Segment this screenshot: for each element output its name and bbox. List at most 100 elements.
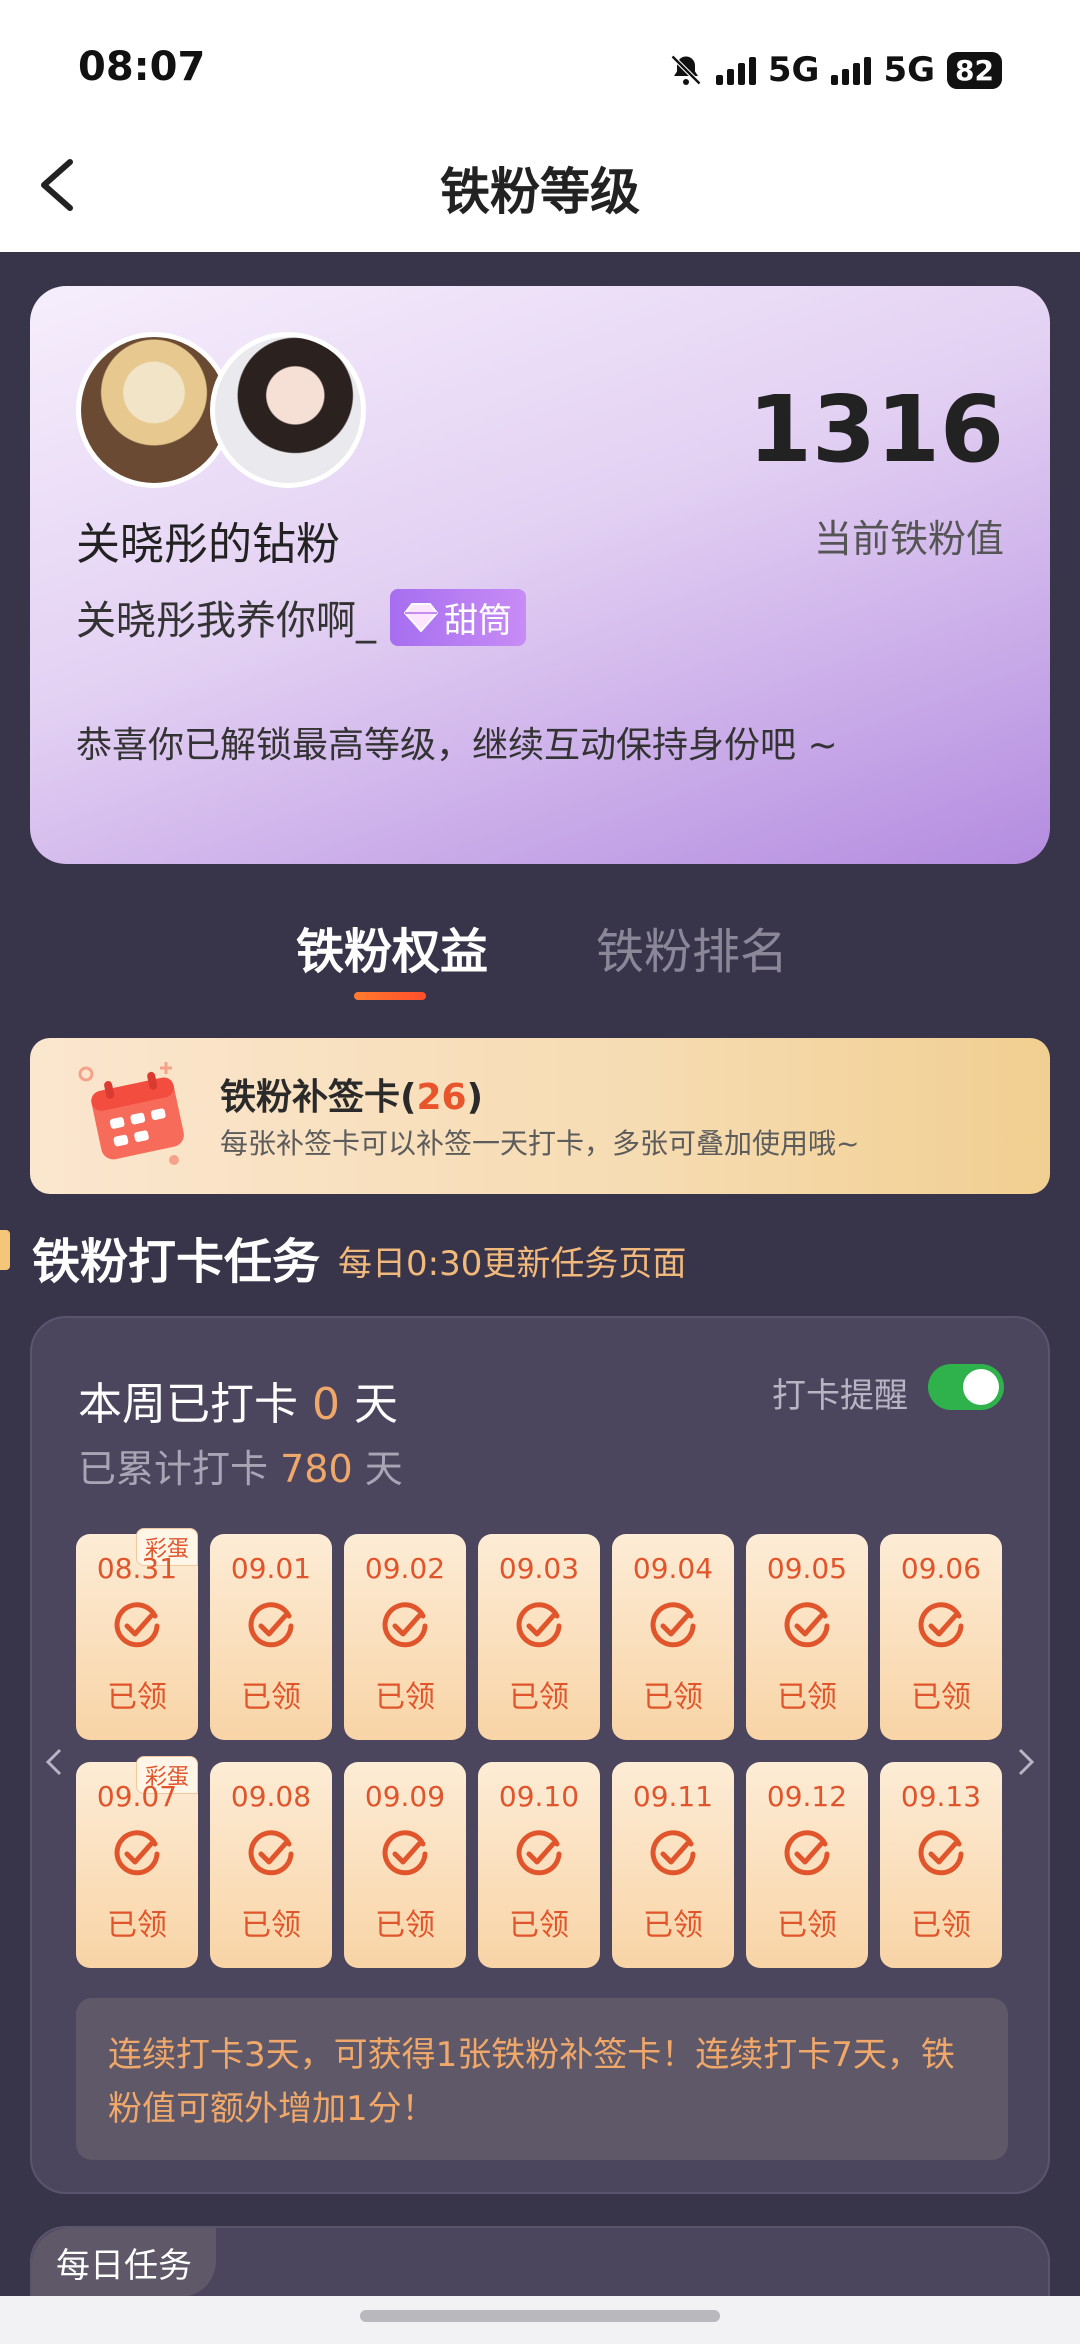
claimed-status: 已领 (643, 1680, 703, 1715)
checkin-date: 09.07 (96, 1780, 178, 1813)
checkin-date: 09.08 (230, 1780, 312, 1813)
checkin-date: 09.05 (766, 1552, 848, 1585)
checkin-row-2: 彩蛋 09.07 已领 09.08 已领 09.09 已领 09.10 已领 09.11 已领 09.… (76, 1756, 1002, 1968)
week-count: 0 (312, 1379, 340, 1430)
section-marker (0, 1230, 10, 1270)
checkin-date: 09.12 (766, 1780, 848, 1813)
fan-level-card: 关晓彤的钻粉 关晓彤我养你啊_ 甜筒 恭喜你已解锁最高等级，继续互动保持身份吧 … (30, 286, 1050, 864)
total-count: 780 (280, 1447, 353, 1491)
checkin-day[interactable]: 09.13 已领 (880, 1762, 1002, 1968)
checkin-day[interactable]: 09.10 已领 (478, 1762, 600, 1968)
claimed-status: 已领 (509, 1680, 569, 1715)
week-checkin-text: 本周已打卡 0 天 (78, 1379, 398, 1430)
active-tab-indicator (354, 992, 426, 1000)
claimed-status: 已领 (777, 1680, 837, 1715)
top-bar: 08:07 5G 5G 82 铁粉等级 (0, 0, 1080, 252)
status-time: 08:07 (78, 44, 206, 90)
claimed-status: 已领 (375, 1908, 435, 1943)
claimed-status: 已领 (911, 1680, 971, 1715)
checkin-date: 09.02 (364, 1552, 446, 1585)
checkin-tip: 连续打卡3天，可获得1张铁粉补签卡！连续打卡7天，铁粉值可额外增加1分！ (76, 1998, 1008, 2160)
claimed-status: 已领 (107, 1680, 167, 1715)
section-title: 铁粉打卡任务 (32, 1234, 321, 1290)
network-label: 5G (883, 50, 936, 90)
fan-score-label: 当前铁粉值 (813, 517, 1004, 561)
check-circle-icon (918, 1602, 964, 1648)
checkin-date: 09.10 (498, 1780, 580, 1813)
total-checkin-text: 已累计打卡 780 天 (78, 1447, 403, 1491)
check-circle-icon (784, 1830, 830, 1876)
check-circle-icon (784, 1602, 830, 1648)
check-circle-icon (650, 1830, 696, 1876)
diamond-icon (404, 603, 438, 632)
check-circle-icon (114, 1830, 160, 1876)
fan-title: 关晓彤的钻粉 (76, 519, 340, 570)
bell-muted-icon (670, 54, 701, 86)
check-circle-icon (650, 1602, 696, 1648)
status-icons: 5G 5G 82 (668, 50, 1002, 90)
congrats-message: 恭喜你已解锁最高等级，继续互动保持身份吧 ~ (76, 725, 838, 766)
checkin-day[interactable]: 09.11 已领 (612, 1762, 734, 1968)
checkin-date: 08.31 (96, 1552, 178, 1585)
claimed-status: 已领 (375, 1680, 435, 1715)
checkin-day[interactable]: 09.06 已领 (880, 1534, 1002, 1740)
section-subtitle: 每日0:30更新任务页面 (338, 1244, 687, 1284)
claimed-status: 已领 (107, 1908, 167, 1943)
checkin-date: 09.01 (230, 1552, 312, 1585)
checkin-row-1: 彩蛋 08.31 已领 09.01 已领 09.02 已领 09.03 已领 09.04 已领 09.… (76, 1528, 1002, 1740)
checkin-day[interactable]: 09.04 已领 (612, 1534, 734, 1740)
level-badge: 甜筒 (390, 588, 526, 646)
checkin-day[interactable]: 09.03 已领 (478, 1534, 600, 1740)
star-avatar[interactable] (210, 332, 366, 488)
claimed-status: 已领 (777, 1908, 837, 1943)
home-indicator[interactable] (360, 2310, 720, 2322)
daily-tasks-label: 每日任务 (32, 2228, 216, 2297)
checkin-day[interactable]: 09.02 已领 (344, 1534, 466, 1740)
checkin-day[interactable]: 09.09 已领 (344, 1762, 466, 1968)
checkin-date: 09.03 (498, 1552, 580, 1585)
claimed-status: 已领 (643, 1908, 703, 1943)
calendar-icon (78, 1062, 184, 1165)
check-circle-icon (382, 1602, 428, 1648)
user-line: 关晓彤我养你啊_ 甜筒 (76, 588, 526, 646)
checkin-card: 本周已打卡 0 天 已累计打卡 780 天 打卡提醒 彩蛋 08.31 已领 09.0… (30, 1316, 1050, 2194)
tab-fan-benefits[interactable]: 铁粉权益 (296, 912, 488, 982)
claimed-status: 已领 (509, 1908, 569, 1943)
claimed-status: 已领 (241, 1680, 301, 1715)
network-label: 5G (767, 50, 820, 90)
chevron-left-icon[interactable] (42, 1742, 66, 1782)
check-circle-icon (382, 1830, 428, 1876)
checkin-day[interactable]: 09.12 已领 (746, 1762, 868, 1968)
checkin-day[interactable]: 09.08 已领 (210, 1762, 332, 1968)
checkin-date: 09.09 (364, 1780, 446, 1813)
claimed-status: 已领 (911, 1908, 971, 1943)
signal-icon (715, 55, 756, 85)
check-circle-icon (248, 1830, 294, 1876)
remind-toggle[interactable] (928, 1364, 1004, 1410)
checkin-day[interactable]: 09.05 已领 (746, 1534, 868, 1740)
supplement-count: 26 (416, 1077, 467, 1118)
claimed-status: 已领 (241, 1908, 301, 1943)
supplement-card[interactable]: 铁粉补签卡(26) 每张补签卡可以补签一天打卡，多张可叠加使用哦~ (30, 1038, 1050, 1194)
checkin-day[interactable]: 彩蛋 09.07 已领 (76, 1756, 198, 1968)
check-circle-icon (114, 1602, 160, 1648)
page-title: 铁粉等级 (440, 163, 640, 221)
home-bar (0, 2296, 1080, 2344)
check-circle-icon (248, 1602, 294, 1648)
checkin-date: 09.06 (900, 1552, 982, 1585)
check-circle-icon (516, 1602, 562, 1648)
badge-label: 甜筒 (444, 600, 512, 641)
fan-avatar[interactable] (76, 332, 232, 488)
chevron-right-icon[interactable] (1014, 1742, 1038, 1782)
checkin-tip-text: 连续打卡3天，可获得1张铁粉补签卡！连续打卡7天，铁粉值可额外增加1分！ (108, 2035, 955, 2129)
user-name: 关晓彤我养你啊_ (76, 598, 376, 644)
checkin-date: 09.11 (632, 1780, 714, 1813)
remind-label: 打卡提醒 (772, 1376, 908, 1416)
checkin-day[interactable]: 09.01 已领 (210, 1534, 332, 1740)
checkin-day[interactable]: 彩蛋 08.31 已领 (76, 1528, 198, 1740)
tab-fan-ranking[interactable]: 铁粉排名 (596, 912, 788, 982)
signal-icon (831, 55, 872, 85)
supplement-desc: 每张补签卡可以补签一天打卡，多张可叠加使用哦~ (220, 1127, 860, 1160)
check-circle-icon (918, 1830, 964, 1876)
check-circle-icon (516, 1830, 562, 1876)
